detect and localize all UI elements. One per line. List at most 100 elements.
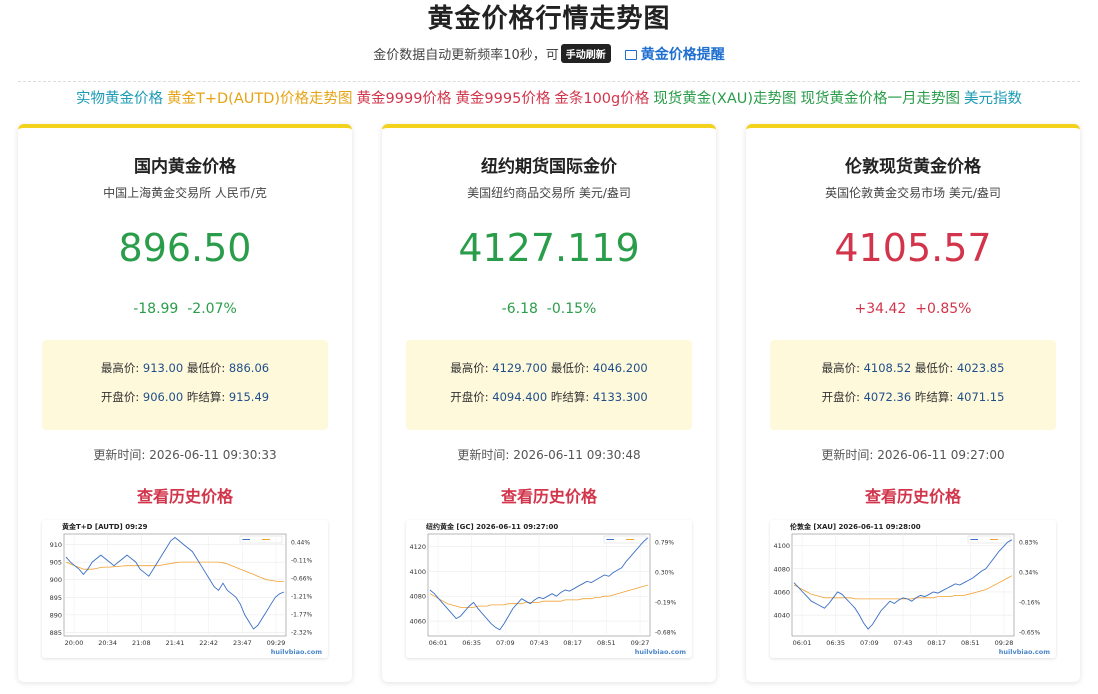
quick-link[interactable]: 实物黄金价格 [76,91,163,107]
x-tick-label: 07:43 [894,639,913,647]
update-label: 更新时间: [93,448,146,462]
quick-link[interactable]: 黄金9995价格 [455,91,550,107]
divider [18,81,1080,82]
history-link[interactable]: 查看历史价格 [382,483,716,507]
open-label: 开盘价: [821,390,860,404]
y-tick-label: 885 [50,629,62,637]
x-tick-label: 08:51 [961,639,980,647]
open-value: 4072.36 [863,390,912,404]
stats-row-open-prev: 开盘价: 4072.36 昨结算: 4071.15 [770,389,1056,405]
y-tick-label: 905 [50,559,62,567]
right-tick-label: 0.83% [1019,540,1038,547]
low-value: 886.06 [228,361,270,375]
right-tick-label: 0.30% [655,570,674,577]
x-tick-label: 08:51 [597,639,616,647]
x-tick-label: 06:35 [826,639,845,647]
y-tick-label: 4040 [773,612,790,620]
y-tick-label: 4100 [773,542,790,550]
prev-value: 915.49 [228,390,270,404]
page-subtitle: 金价数据自动更新频率10秒，可 手动刷新 黄金价格提醒 [0,44,1098,64]
update-time: 更新时间: 2026-06-11 09:30:33 [18,446,352,463]
x-tick-label: 07:09 [860,639,879,647]
right-tick-label: -1.77% [291,612,313,619]
high-label: 最高价: [100,361,140,375]
card-source: 英国伦敦黄金交易市场 美元/盎司 [825,186,1001,200]
change-value: -18.99 [133,301,179,317]
right-tick-label: -0.16% [1019,600,1041,607]
right-tick-label: -0.65% [1019,630,1041,637]
subtitle-text: 金价数据自动更新频率10秒，可 [373,48,559,63]
stats-row-high-low: 最高价: 4129.700 最低价: 4046.200 [406,360,692,376]
open-value: 906.00 [142,390,184,404]
right-tick-label: 0.79% [655,540,674,547]
x-tick-label: 06:01 [793,639,812,647]
price-card: 纽约期货国际金价 美国纽约商品交易所 美元/盎司 4127.119 -6.18 … [382,124,716,682]
y-tick-label: 4120 [409,543,426,551]
y-tick-label: 4060 [409,618,426,626]
chart-svg: 黄金T+D [AUTD] 09:29 910 905 900 895 890 885 0.44… [50,522,323,656]
current-price: 4127.119 [458,226,640,270]
right-tick-label: -0.19% [655,600,677,607]
x-tick-label: 09:27 [631,639,650,647]
watermark-text: huilvbiao.com [999,648,1050,656]
quick-link[interactable]: 美元指数 [964,91,1022,107]
quick-link[interactable]: 现货黄金(XAU)走势图 [653,91,796,107]
y-tick-label: 910 [50,541,62,549]
change-percent: -0.15% [546,301,597,317]
price-chart[interactable]: 纽约黄金 [GC] 2026-06-11 09:27:00 4120 4100 408… [406,520,692,658]
x-tick-label: 08:17 [927,639,946,647]
change-percent: -2.07% [187,301,237,317]
quick-link[interactable]: 黄金9999价格 [357,91,452,107]
x-tick-label: 21:41 [166,639,185,647]
right-tick-label: -0.11% [291,558,313,565]
right-tick-label: -1.21% [291,594,313,601]
low-label: 最低价: [186,361,226,375]
stats-box: 最高价: 913.00 最低价: 886.06 开盘价: 906.00 昨结算:… [42,340,328,430]
price-change: -18.99 -2.07% [18,301,352,317]
y-tick-label: 4080 [409,593,426,601]
right-tick-label: -2.32% [291,630,313,637]
quick-link[interactable]: 现货黄金价格一月走势图 [801,91,961,107]
price-chart[interactable]: 伦敦金 [XAU] 2026-06-11 09:28:00 4100 4080 406… [770,520,1056,658]
manual-refresh-button[interactable]: 手动刷新 [560,44,611,63]
change-percent: +0.85% [915,301,972,317]
price-card: 伦敦现货黄金价格 英国伦敦黄金交易市场 美元/盎司 4105.57 +34.42… [746,124,1080,682]
open-label: 开盘价: [450,390,489,404]
update-label: 更新时间: [457,448,510,462]
watermark-text: huilvbiao.com [635,648,686,656]
stats-row-high-low: 最高价: 4108.52 最低价: 4023.85 [770,360,1056,376]
newspaper-icon [624,50,637,60]
x-tick-label: 09:29 [267,639,286,647]
x-tick-label: 08:17 [563,639,582,647]
stats-row-high-low: 最高价: 913.00 最低价: 886.06 [42,360,328,376]
low-label: 最低价: [914,361,954,375]
current-price: 4105.57 [834,226,992,270]
right-tick-label: -0.66% [291,576,313,583]
card-source: 中国上海黄金交易所 人民币/克 [103,186,267,200]
right-tick-label: 0.34% [1019,570,1038,577]
history-link[interactable]: 查看历史价格 [746,483,1080,507]
history-link[interactable]: 查看历史价格 [18,483,352,507]
stats-box: 最高价: 4108.52 最低价: 4023.85 开盘价: 4072.36 昨… [770,340,1056,430]
quick-link[interactable]: 黄金T+D(AUTD)价格走势图 [167,91,353,107]
prev-value: 4071.15 [956,390,1005,404]
x-tick-label: 20:00 [65,639,84,647]
chart-title: 纽约黄金 [GC] 2026-06-11 09:27:00 [426,522,558,531]
x-tick-label: 06:35 [462,639,481,647]
change-value: +34.42 [854,301,907,317]
card-title: 伦敦现货黄金价格 [845,157,981,177]
chart-title: 黄金T+D [AUTD] 09:29 [62,522,148,531]
update-value: 2026-06-11 09:27:00 [877,448,1005,462]
x-tick-label: 22:42 [199,639,218,647]
low-label: 最低价: [550,361,590,375]
watermark-text: huilvbiao.com [271,648,322,656]
quick-link[interactable]: 金条100g价格 [554,91,649,107]
stats-row-open-prev: 开盘价: 4094.400 昨结算: 4133.300 [406,389,692,405]
high-value: 913.00 [142,361,184,375]
card-source: 美国纽约商品交易所 美元/盎司 [467,186,631,200]
chart-svg: 纽约黄金 [GC] 2026-06-11 09:27:00 4120 4100 408… [409,522,686,656]
price-chart[interactable]: 黄金T+D [AUTD] 09:29 910 905 900 895 890 885 0.44… [42,520,328,658]
update-value: 2026-06-11 09:30:48 [513,448,641,462]
x-tick-label: 06:01 [429,639,448,647]
price-alert-link[interactable]: 黄金价格提醒 [624,47,725,63]
